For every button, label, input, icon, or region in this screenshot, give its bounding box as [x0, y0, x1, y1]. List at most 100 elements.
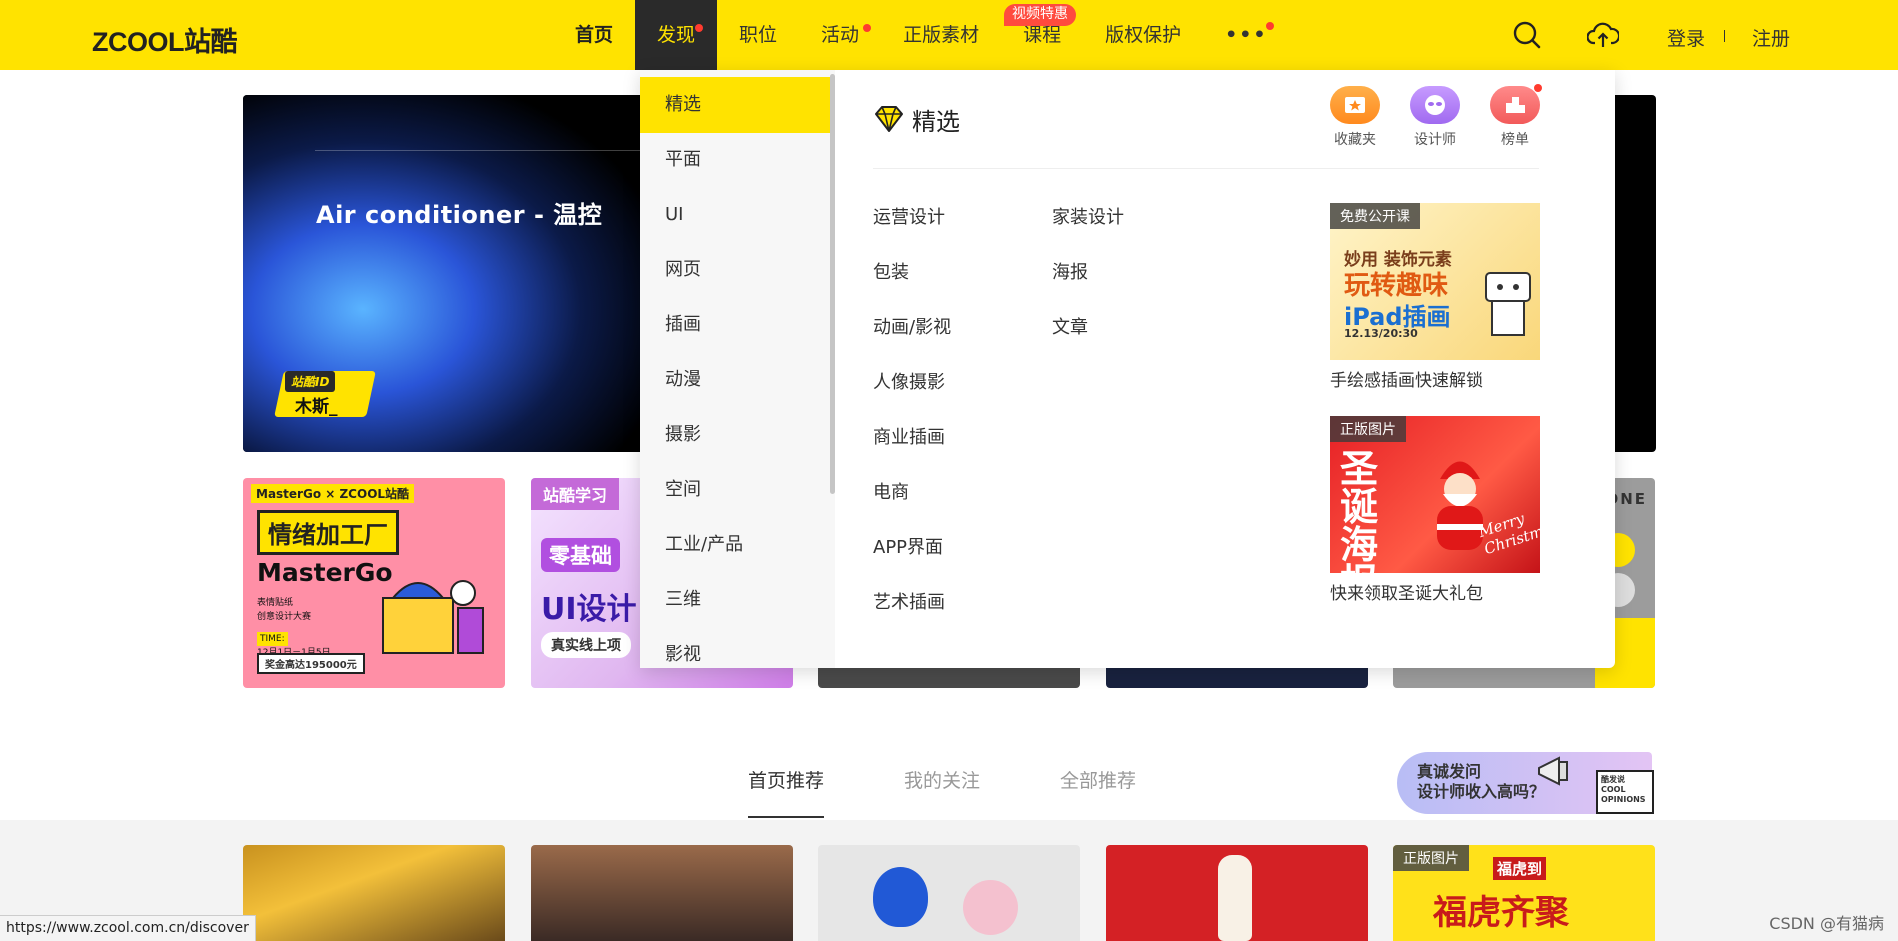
- card-subtitle: 真实线上项: [541, 632, 631, 658]
- subcategory-link[interactable]: 文章: [1052, 313, 1088, 339]
- feed-card-tag: 正版图片: [1393, 845, 1469, 871]
- tab-home-recommend[interactable]: 首页推荐: [748, 766, 825, 818]
- favorites-label: 收藏夹: [1334, 132, 1376, 148]
- feed-card[interactable]: [243, 845, 505, 941]
- promo-image: 免费公开课 妙用 装饰元素 玩转趣味 iPad插画 12.13/20:30: [1330, 203, 1540, 360]
- promo-ipad-course[interactable]: 免费公开课 妙用 装饰元素 玩转趣味 iPad插画 12.13/20:30 手绘…: [1330, 203, 1540, 391]
- category-space[interactable]: 空间: [640, 462, 830, 518]
- promo-tag: 免费公开课: [1330, 203, 1420, 229]
- feed-tabs: 首页推荐 我的关注 全部推荐: [748, 766, 1136, 818]
- nav-copyright[interactable]: 版权保护: [1083, 0, 1203, 70]
- category-film[interactable]: 影视: [640, 627, 830, 668]
- nav-events[interactable]: 活动: [799, 0, 881, 70]
- category-photography[interactable]: 摄影: [640, 407, 830, 463]
- subcategory-link[interactable]: 电商: [873, 478, 909, 504]
- discover-dropdown: 精选 平面 UI 网页 插画 动漫 摄影 空间 工业/产品 三维 影视 精选 收…: [640, 70, 1615, 668]
- subcategory-link[interactable]: 运营设计: [873, 203, 945, 229]
- designer-icon: [1410, 86, 1460, 124]
- promo-image-text: 圣诞海报: [1340, 447, 1379, 573]
- search-icon[interactable]: [1512, 20, 1542, 50]
- subcategory-link[interactable]: 海报: [1052, 258, 1088, 284]
- category-graphic[interactable]: 平面: [640, 132, 830, 188]
- promo-line: 真诚发问: [1417, 762, 1482, 781]
- promo-tag: 正版图片: [1330, 416, 1406, 442]
- main-nav: 首页 发现 职位 活动 正版素材 课程 版权保护 •••: [553, 0, 1290, 70]
- category-ui[interactable]: UI: [640, 187, 830, 243]
- favorites-icon: [1330, 86, 1380, 124]
- register-link[interactable]: 注册: [1752, 24, 1790, 51]
- status-bar-url: https://www.zcool.com.cn/discover: [0, 915, 256, 941]
- feed-card[interactable]: [818, 845, 1080, 941]
- product-shape: [963, 880, 1018, 935]
- banner-title: Air conditioner - 温控: [316, 201, 603, 229]
- feed-card[interactable]: 正版图片 福虎到 福虎齐聚: [1393, 845, 1655, 941]
- feed-card-heading: 福虎齐聚: [1433, 893, 1569, 933]
- category-scrollbar[interactable]: [830, 74, 835, 494]
- upload-cloud-icon[interactable]: [1586, 20, 1621, 50]
- category-anime[interactable]: 动漫: [640, 352, 830, 408]
- subcategory-link[interactable]: 包装: [873, 258, 909, 284]
- more-icon: •••: [1225, 24, 1268, 46]
- category-featured[interactable]: 精选: [640, 77, 830, 133]
- category-web[interactable]: 网页: [640, 242, 830, 298]
- card-title: UI设计: [541, 592, 637, 627]
- watermark: CSDN @有猫病: [1769, 914, 1884, 933]
- login-link[interactable]: 登录: [1667, 24, 1705, 51]
- cool-opinions-logo: 酷发说 COOL OPINIONS: [1596, 770, 1654, 814]
- category-industrial[interactable]: 工业/产品: [640, 517, 830, 573]
- category-list: 精选 平面 UI 网页 插画 动漫 摄影 空间 工业/产品 三维 影视: [640, 70, 835, 668]
- divider: [315, 150, 645, 151]
- card-prize: 奖金高达195000元: [257, 653, 365, 674]
- promo-image: 正版图片 圣诞海报 Merry Christmas: [1330, 416, 1540, 573]
- tab-following[interactable]: 我的关注: [904, 766, 980, 818]
- video-sale-badge: 视频特惠: [1004, 4, 1076, 26]
- product-shape: [873, 867, 928, 927]
- subcategory-link[interactable]: APP界面: [873, 533, 943, 559]
- id-tag-label: 站酷ID: [285, 371, 336, 392]
- promo-caption: 快来领取圣诞大礼包: [1330, 584, 1483, 604]
- divider: [873, 168, 1539, 169]
- category-3d[interactable]: 三维: [640, 572, 830, 628]
- nav-home[interactable]: 首页: [553, 0, 635, 70]
- designers-label: 设计师: [1414, 132, 1456, 148]
- card-sub-line: 表情贴纸: [257, 598, 294, 608]
- subcategory-link[interactable]: 人像摄影: [873, 368, 945, 394]
- notification-dot: [695, 24, 704, 32]
- subcategory-link[interactable]: 商业插画: [873, 423, 945, 449]
- nav-discover-label: 发现: [657, 24, 696, 46]
- top-header: ZCOOL站酷 首页 发现 职位 活动 正版素材 课程 版权保护 ••• 视频特…: [0, 0, 1898, 70]
- designers-shortcut[interactable]: 设计师: [1405, 86, 1465, 149]
- nav-discover[interactable]: 发现: [635, 0, 718, 70]
- card-sub-line: 创意设计大赛: [257, 612, 312, 622]
- illustration-icon: [382, 580, 484, 654]
- diamond-icon: [875, 106, 903, 132]
- card-tag: MasterGo × ZCOOL站酷: [251, 484, 415, 503]
- subcategory-link[interactable]: 艺术插画: [873, 588, 945, 614]
- dropdown-title: 精选: [912, 108, 960, 136]
- ranking-icon: [1490, 84, 1542, 124]
- category-illustration[interactable]: 插画: [640, 297, 830, 353]
- subcategory-link[interactable]: 家装设计: [1052, 203, 1124, 229]
- nav-stock-assets[interactable]: 正版素材: [881, 0, 1001, 70]
- tab-all-recommend[interactable]: 全部推荐: [1060, 766, 1136, 818]
- card-subtitle: 表情贴纸创意设计大赛TIME:12月1日－1月5日: [257, 596, 331, 660]
- promo-card-mastergo[interactable]: MasterGo × ZCOOL站酷 情绪加工厂 MasterGo 表情贴纸 创意…: [243, 478, 505, 688]
- subcategory-link[interactable]: 动画/影视: [873, 313, 951, 339]
- nav-jobs[interactable]: 职位: [717, 0, 799, 70]
- card-tag: 站酷学习: [531, 478, 620, 510]
- divider: [1724, 30, 1725, 42]
- robot-illustration-icon: [1485, 272, 1531, 336]
- favorites-shortcut[interactable]: 收藏夹: [1325, 86, 1385, 149]
- card-heading: 零基础: [541, 538, 620, 572]
- feed-card-sub: 福虎到: [1493, 857, 1547, 880]
- nav-more[interactable]: •••: [1203, 0, 1289, 70]
- feed-card[interactable]: [531, 845, 793, 941]
- zcool-logo[interactable]: ZCOOL站酷: [92, 20, 238, 59]
- promo-image-text: 12.13/20:30: [1344, 327, 1418, 340]
- card-heading: 情绪加工厂: [257, 510, 399, 555]
- feed-card[interactable]: [1106, 845, 1368, 941]
- promo-christmas-poster[interactable]: 正版图片 圣诞海报 Merry Christmas 快来领取圣诞大礼包: [1330, 416, 1540, 604]
- opinion-promo-banner[interactable]: 真诚发问 设计师收入高吗？ 酷发说 COOL OPINIONS: [1397, 752, 1654, 814]
- promo-caption: 手绘感插画快速解锁: [1330, 371, 1483, 391]
- ranking-shortcut[interactable]: 榜单: [1485, 84, 1545, 149]
